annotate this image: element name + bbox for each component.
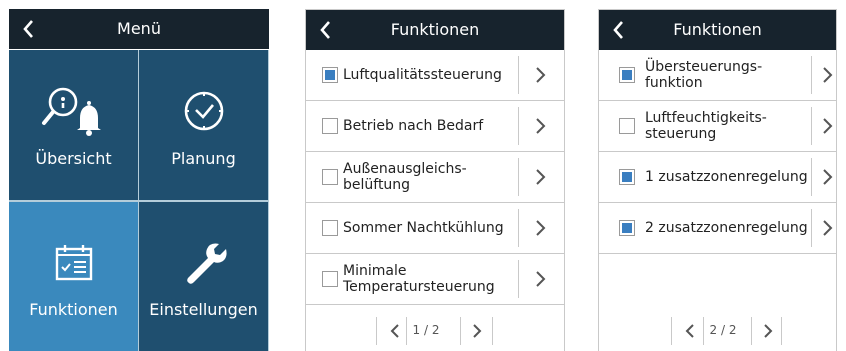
open-function-button[interactable] [821,65,833,85]
function-row[interactable]: Außenausgleichs- belüftung [306,152,564,203]
chevron-right-icon [473,324,482,338]
function-row[interactable]: 1 zusatzzonenregelung [599,152,836,203]
page-indicator: 1 / 2 [412,323,440,337]
chevron-right-icon [764,324,773,338]
divider [376,317,377,345]
pagination: 2 / 2 [599,315,836,345]
page-indicator: 2 / 2 [709,323,737,337]
checkbox[interactable] [322,67,338,83]
function-row[interactable]: Minimale Temperatursteuerung [306,254,564,305]
functions-screen-page1: Funktionen Luftqualitätssteuerung Betrieb… [305,9,565,351]
function-label: Luftqualitätssteuerung [343,67,502,83]
page-title: Funktionen [673,20,762,39]
function-label: 1 zusatzzonenregelung [645,169,808,185]
chevron-left-icon [685,324,694,338]
divider [811,209,812,247]
divider [811,158,812,196]
checkbox[interactable] [322,118,338,134]
checkbox[interactable] [619,118,635,134]
divider [518,107,519,145]
chevron-right-icon [536,220,546,236]
checkbox[interactable] [322,271,338,287]
next-page-button[interactable] [472,323,482,339]
function-row[interactable]: Luftqualitätssteuerung [306,50,564,101]
open-function-button[interactable] [534,167,546,187]
next-page-button[interactable] [763,323,773,339]
chevron-right-icon [823,169,833,185]
checkbox[interactable] [619,220,635,236]
tile-planning[interactable]: Planung [139,50,268,200]
page-title: Menü [117,19,161,38]
calendar-list-icon [55,245,92,281]
divider [460,317,461,345]
function-label: Außenausgleichs- belüftung [343,161,467,193]
function-row[interactable]: Sommer Nachtkühlung [306,203,564,254]
tile-label: Übersicht [35,149,112,168]
chevron-right-icon [536,169,546,185]
divider [518,158,519,196]
tile-label: Planung [171,149,236,168]
divider [492,317,493,345]
divider [518,56,519,94]
function-row[interactable]: Übersteuerungs- funktion [599,50,836,101]
tile-label: Einstellungen [149,300,258,319]
prev-page-button[interactable] [390,323,400,339]
divider [518,209,519,247]
checkbox[interactable] [322,169,338,185]
overview-icon [41,87,101,136]
function-row[interactable]: Luftfeuchtigkeits- steuerung [599,101,836,152]
menu-header: Menü [9,9,269,49]
chevron-right-icon [823,220,833,236]
open-function-button[interactable] [821,218,833,238]
function-row[interactable]: Betrieb nach Bedarf [306,101,564,152]
menu-tile-grid: Übersicht Planung Funktionen Einstellung… [9,50,269,351]
functions-header: Funktionen [306,10,564,50]
open-function-button[interactable] [534,65,546,85]
chevron-right-icon [536,67,546,83]
function-label: Sommer Nachtkühlung [343,220,504,236]
chevron-left-icon [390,324,399,338]
menu-screen: Menü Übersicht Planung Funktionen Einste… [9,9,269,351]
open-function-button[interactable] [534,269,546,289]
function-label: Betrieb nach Bedarf [343,118,484,134]
chevron-right-icon [536,271,546,287]
tile-overview[interactable]: Übersicht [9,50,138,200]
open-function-button[interactable] [534,218,546,238]
divider [811,56,812,94]
function-label: Minimale Temperatursteuerung [343,263,495,295]
divider [518,260,519,298]
function-row[interactable]: 2 zusatzzonenregelung [599,203,836,254]
tile-label: Funktionen [29,300,118,319]
checkbox[interactable] [322,220,338,236]
chevron-right-icon [823,118,833,134]
chevron-right-icon [823,67,833,83]
functions-screen-page2: Funktionen Übersteuerungs- funktion Luftf… [598,9,837,351]
open-function-button[interactable] [821,116,833,136]
checkbox[interactable] [619,169,635,185]
functions-header: Funktionen [599,10,836,50]
page-title: Funktionen [390,20,480,39]
tile-settings[interactable]: Einstellungen [139,202,268,351]
pagination: 1 / 2 [306,315,564,345]
divider [671,317,672,345]
open-function-button[interactable] [534,116,546,136]
open-function-button[interactable] [821,167,833,187]
function-label: Übersteuerungs- funktion [645,59,763,91]
divider [751,317,752,345]
clock-icon [184,91,223,131]
tile-functions[interactable]: Funktionen [9,202,138,351]
prev-page-button[interactable] [685,323,695,339]
divider [811,107,812,145]
function-label: Luftfeuchtigkeits- steuerung [645,110,767,142]
divider [781,317,782,345]
checkbox[interactable] [619,67,635,83]
chevron-right-icon [536,118,546,134]
function-label: 2 zusatzzonenregelung [645,220,808,236]
wrench-icon [186,243,227,284]
